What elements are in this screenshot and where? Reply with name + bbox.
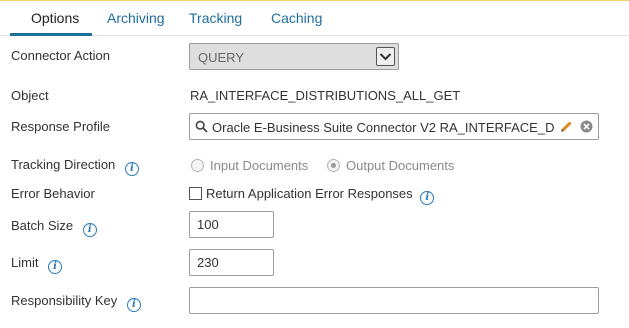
- batch-size-label: Batch Size i: [11, 218, 97, 237]
- return-errors-label: Return Application Error Responses i: [206, 186, 435, 205]
- tab-archiving[interactable]: Archiving: [107, 10, 165, 26]
- tab-caching[interactable]: Caching: [271, 10, 322, 26]
- batch-size-input[interactable]: 100: [189, 211, 274, 238]
- output-documents-radio[interactable]: [327, 159, 340, 172]
- responsibility-key-label: Responsibility Key i: [11, 293, 141, 312]
- tracking-direction-label: Tracking Direction i: [11, 157, 139, 176]
- response-profile-field[interactable]: Oracle E-Business Suite Connector V2 RA_…: [189, 113, 599, 140]
- info-icon[interactable]: i: [126, 298, 141, 312]
- connector-action-value: QUERY: [198, 50, 244, 65]
- connector-action-select[interactable]: QUERY: [189, 43, 399, 70]
- response-profile-value: Oracle E-Business Suite Connector V2 RA_…: [212, 120, 555, 135]
- tab-options[interactable]: Options: [31, 10, 79, 26]
- error-behavior-label: Error Behavior: [11, 186, 95, 201]
- connector-action-label: Connector Action: [11, 48, 111, 63]
- chevron-down-icon[interactable]: [376, 47, 395, 66]
- return-errors-text: Return Application Error Responses: [206, 186, 413, 201]
- return-errors-checkbox[interactable]: [189, 187, 202, 200]
- object-label: Object: [11, 88, 49, 103]
- info-icon[interactable]: i: [420, 191, 435, 205]
- response-profile-label: Response Profile: [11, 119, 110, 134]
- responsibility-key-text: Responsibility Key: [11, 293, 118, 308]
- search-icon[interactable]: [195, 120, 208, 136]
- pencil-icon[interactable]: [560, 120, 573, 136]
- input-documents-radio[interactable]: [191, 159, 204, 172]
- input-documents-label: Input Documents: [210, 158, 309, 173]
- active-tab-indicator: [10, 33, 92, 36]
- object-value: RA_INTERFACE_DISTRIBUTIONS_ALL_GET: [190, 88, 461, 103]
- limit-text: Limit: [11, 255, 39, 270]
- info-icon[interactable]: i: [48, 260, 63, 274]
- limit-label: Limit i: [11, 255, 63, 274]
- tab-bar: Options Archiving Tracking Caching: [0, 1, 629, 36]
- tab-tracking[interactable]: Tracking: [189, 10, 242, 26]
- limit-input[interactable]: 230: [189, 249, 274, 276]
- output-documents-label: Output Documents: [346, 158, 455, 173]
- info-icon[interactable]: i: [124, 162, 139, 176]
- responsibility-key-input[interactable]: [189, 287, 599, 314]
- tracking-direction-text: Tracking Direction: [11, 157, 116, 172]
- info-icon[interactable]: i: [82, 223, 97, 237]
- clear-icon[interactable]: [580, 120, 593, 136]
- batch-size-text: Batch Size: [11, 218, 74, 233]
